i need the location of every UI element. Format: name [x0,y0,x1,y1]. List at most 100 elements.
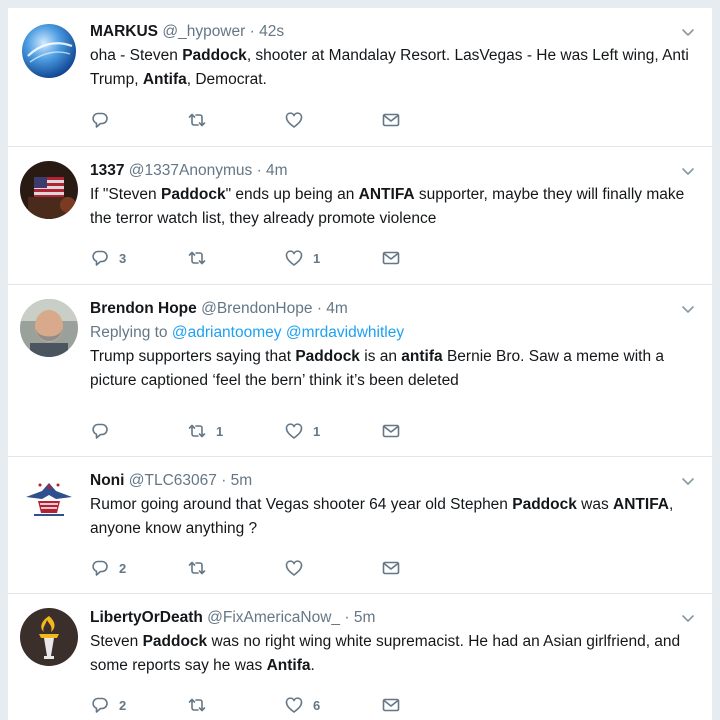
retweet-button[interactable] [187,109,216,131]
keyword-highlight: Antifa [266,657,311,674]
like-count: 1 [313,250,321,266]
reply-count: 2 [119,697,127,713]
retweet-button[interactable] [187,694,216,716]
username-handle[interactable]: @FixAmericaNow_ [207,609,340,626]
timestamp[interactable]: 4m [326,300,348,317]
envelope-icon [381,110,401,130]
direct-message-button[interactable] [381,420,401,442]
display-name[interactable]: 1337 [90,162,124,179]
like-button[interactable]: 1 [284,247,320,269]
separator-dot: · [344,609,350,626]
display-name[interactable]: MARKUS [90,23,158,40]
envelope-icon [381,695,401,715]
reply-button[interactable] [90,109,119,131]
tweet-header: Brendon Hope @BrendonHope · 4m [90,298,698,320]
tweet-text: oha - Steven Paddock, shooter at Mandala… [90,44,698,92]
tweet[interactable]: 1337 @1337Anonymus · 4m If "Steven Paddo… [8,147,712,285]
like-button[interactable]: 6 [284,694,320,716]
reply-button[interactable]: 2 [90,694,126,716]
keyword-highlight: antifa [401,348,443,365]
like-button[interactable]: 1 [284,420,320,442]
text-segment: Rumor going around that Vegas shooter 64… [90,496,513,513]
timestamp[interactable]: 5m [231,472,253,489]
username-handle[interactable]: @TLC63067 [129,472,217,489]
eagle-emblem-icon [20,471,78,529]
tweet[interactable]: Noni @TLC63067 · 5m Rumor going around t… [8,457,712,594]
text-segment: Steven [90,633,143,650]
chevron-down-icon[interactable] [680,24,696,40]
retweet-icon [187,110,207,130]
keyword-highlight: Paddock [295,348,360,365]
tweet-feed: MARKUS @_hypower · 42s oha - Steven Padd… [8,8,712,720]
retweet-button[interactable]: 1 [187,420,223,442]
timestamp[interactable]: 42s [259,23,284,40]
avatar[interactable] [20,161,78,219]
torch-logo-icon [20,608,78,666]
tweet-header: MARKUS @_hypower · 42s [90,21,698,43]
chevron-down-icon[interactable] [680,473,696,489]
tweet[interactable]: Brendon Hope @BrendonHope · 4m Replying … [8,285,712,457]
avatar[interactable] [20,471,78,529]
tweet-actions: 3 1 [90,247,430,269]
reply-icon [90,248,110,268]
keyword-highlight: Antifa [142,71,187,88]
tweet[interactable]: LibertyOrDeath @FixAmericaNow_ · 5m Stev… [8,594,712,720]
replying-to: Replying to @adriantoomey @mrdavidwhitle… [90,322,698,344]
tweet-actions: 1 1 [90,420,430,442]
reply-count: 2 [119,560,127,576]
text-segment: Trump supporters saying that [90,348,296,365]
like-button[interactable] [284,109,313,131]
tweet-text: Steven Paddock was no right wing white s… [90,630,698,678]
text-segment: . [310,657,315,674]
heart-icon [284,421,304,441]
keyword-highlight: Paddock [142,633,208,650]
avatar[interactable] [20,22,78,80]
reply-icon [90,558,110,578]
tweet-actions [90,109,430,131]
retweet-icon [187,248,207,268]
display-name[interactable]: LibertyOrDeath [90,609,203,626]
direct-message-button[interactable] [381,694,401,716]
separator-dot: · [316,300,322,317]
like-count: 6 [313,697,321,713]
reply-button[interactable]: 2 [90,557,126,579]
timestamp[interactable]: 5m [354,609,376,626]
retweet-button[interactable] [187,557,216,579]
chevron-down-icon[interactable] [680,610,696,626]
timestamp[interactable]: 4m [266,162,288,179]
display-name[interactable]: Brendon Hope [90,300,197,317]
direct-message-button[interactable] [381,557,401,579]
heart-icon [284,248,304,268]
username-handle[interactable]: @BrendonHope [201,300,312,317]
chevron-down-icon[interactable] [680,163,696,179]
flag-photo-icon [20,161,78,219]
direct-message-button[interactable] [381,109,401,131]
reply-button[interactable]: 3 [90,247,126,269]
tweet[interactable]: MARKUS @_hypower · 42s oha - Steven Padd… [8,8,712,147]
direct-message-button[interactable] [381,247,401,269]
user-photo-icon [20,299,78,357]
chevron-down-icon[interactable] [680,301,696,317]
text-segment: " ends up being an [225,186,359,203]
avatar[interactable] [20,608,78,666]
mention-link[interactable]: @adriantoomey [172,324,282,341]
like-count: 1 [313,423,321,439]
envelope-icon [381,421,401,441]
reply-icon [90,695,110,715]
tweet-text: If "Steven Paddock" ends up being an ANT… [90,183,698,231]
retweet-button[interactable] [187,247,216,269]
heart-icon [284,110,304,130]
avatar[interactable] [20,299,78,357]
username-handle[interactable]: @1337Anonymus [129,162,252,179]
text-segment: oha - Steven [90,47,183,64]
tweet-actions: 2 [90,557,430,579]
reply-count: 3 [119,250,127,266]
reply-button[interactable] [90,420,119,442]
keyword-highlight: ANTIFA [613,496,669,513]
display-name[interactable]: Noni [90,472,124,489]
username-handle[interactable]: @_hypower [162,23,245,40]
separator-dot: · [221,472,227,489]
mention-link[interactable]: @mrdavidwhitley [286,324,404,341]
like-button[interactable] [284,557,313,579]
text-segment: , Democrat. [186,71,267,88]
